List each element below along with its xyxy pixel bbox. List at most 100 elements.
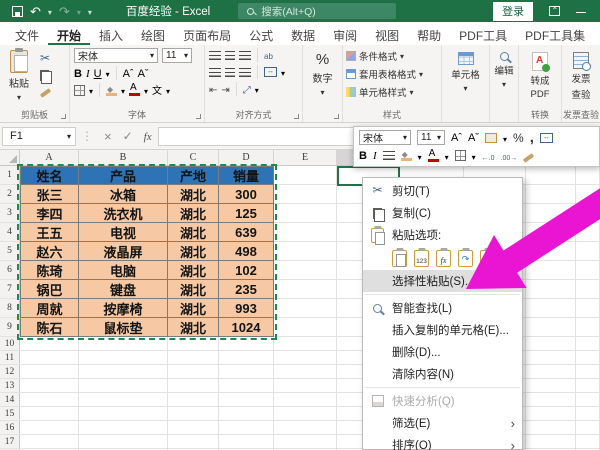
font-name-combo[interactable]: 宋体	[74, 48, 158, 63]
paste-button[interactable]: 粘贴	[4, 50, 34, 103]
row-header-17[interactable]: 17	[0, 435, 20, 448]
customize-qat-icon[interactable]	[88, 4, 92, 18]
cell-D9[interactable]: 1024	[219, 318, 274, 337]
paste-formatting-icon[interactable]	[480, 250, 495, 267]
menu-item-quick-analysis[interactable]: 快速分析(Q)	[363, 390, 522, 412]
bold-icon[interactable]	[74, 67, 82, 80]
font-size-combo[interactable]: 11	[162, 48, 192, 63]
row-header-7[interactable]: 7	[0, 280, 20, 298]
number-format-button[interactable]: % 数字	[303, 51, 342, 98]
font-color-icon[interactable]	[129, 84, 140, 96]
column-header-D[interactable]: D	[219, 150, 274, 165]
ribbon-tab-help[interactable]: 帮助	[408, 22, 450, 45]
cell-D5[interactable]: 498	[219, 242, 274, 261]
row-header-13[interactable]: 13	[0, 379, 20, 392]
increase-font-icon[interactable]	[123, 67, 134, 80]
align-center-icon[interactable]	[225, 68, 235, 77]
paste-formulas-icon[interactable]	[436, 250, 451, 267]
cell-A3[interactable]: 李四	[20, 204, 79, 223]
fill-color-dropdown-icon[interactable]	[121, 83, 125, 97]
ribbon-tab-review[interactable]: 审阅	[324, 22, 366, 45]
mini-merge-center-icon[interactable]	[540, 133, 553, 143]
cell-A1[interactable]: 姓名	[20, 166, 79, 185]
clipboard-dialog-launcher-icon[interactable]	[61, 114, 66, 119]
cell-B2[interactable]: 冰箱	[79, 185, 168, 204]
mini-fill-dropdown-icon[interactable]	[418, 149, 422, 163]
cell-C3[interactable]: 湖北	[168, 204, 219, 223]
ribbon-tab-view[interactable]: 视图	[366, 22, 408, 45]
mini-borders-dropdown-icon[interactable]	[472, 149, 476, 163]
cell-B8[interactable]: 按摩椅	[79, 299, 168, 318]
column-header-B[interactable]: B	[79, 150, 168, 165]
menu-item-insert-copied-cells[interactable]: 插入复制的单元格(E)...	[363, 319, 522, 341]
ribbon-tab-draw[interactable]: 绘图	[132, 22, 174, 45]
mini-increase-font-icon[interactable]	[451, 131, 462, 144]
underline-icon[interactable]	[94, 67, 102, 80]
align-left-icon[interactable]	[209, 68, 221, 77]
convert-to-pdf-button[interactable]: 转成 PDF	[519, 52, 561, 100]
increase-indent-icon[interactable]	[221, 83, 229, 96]
decrease-font-icon[interactable]	[138, 67, 149, 80]
cell-A9[interactable]: 陈石	[20, 318, 79, 337]
mini-format-table-icon[interactable]	[485, 133, 497, 143]
mini-font-name-combo[interactable]: 宋体	[359, 130, 411, 145]
ribbon-tab-formulas[interactable]: 公式	[240, 22, 282, 45]
cell-D4[interactable]: 639	[219, 223, 274, 242]
mini-font-size-combo[interactable]: 11	[417, 130, 445, 145]
row-header-12[interactable]: 12	[0, 365, 20, 378]
select-all-corner[interactable]	[0, 150, 20, 165]
align-right-icon[interactable]	[239, 68, 251, 77]
cell-A6[interactable]: 陈琦	[20, 261, 79, 280]
login-button[interactable]: 登录	[493, 2, 533, 21]
menu-item-paste-special[interactable]: 选择性粘贴(S)...	[363, 270, 522, 292]
insert-function-icon[interactable]	[144, 130, 152, 143]
cell-B1[interactable]: 产品	[79, 166, 168, 185]
format-painter-icon[interactable]	[40, 88, 51, 98]
editing-button[interactable]: 编辑	[490, 52, 518, 90]
row-header-10[interactable]: 10	[0, 337, 20, 350]
cut-icon[interactable]	[40, 52, 50, 64]
mini-fill-color-icon[interactable]	[401, 150, 412, 161]
minimize-icon[interactable]	[576, 4, 586, 18]
cell-D8[interactable]: 993	[219, 299, 274, 318]
ribbon-tab-insert[interactable]: 插入	[90, 22, 132, 45]
cancel-icon[interactable]	[104, 130, 112, 143]
cell-D3[interactable]: 125	[219, 204, 274, 223]
enter-icon[interactable]	[123, 130, 133, 142]
align-top-icon[interactable]	[209, 51, 221, 60]
row-header-2[interactable]: 2	[0, 185, 20, 203]
copy-icon[interactable]	[40, 70, 49, 81]
ribbon-tab-pdf-tools[interactable]: PDF工具	[450, 22, 516, 45]
cell-C9[interactable]: 湖北	[168, 318, 219, 337]
conditional-formatting-button[interactable]: 条件格式	[343, 45, 441, 63]
cell-C6[interactable]: 湖北	[168, 261, 219, 280]
mini-bold-icon[interactable]	[359, 149, 367, 162]
cells-button[interactable]: 单元格	[442, 52, 489, 94]
mini-comma-style-icon[interactable]	[530, 132, 534, 144]
search-box[interactable]: 搜索(Alt+Q)	[238, 3, 396, 19]
cell-D1[interactable]: 销量	[219, 166, 274, 185]
cell-A7[interactable]: 锅巴	[20, 280, 79, 299]
ribbon-tab-page-layout[interactable]: 页面布局	[174, 22, 240, 45]
save-icon[interactable]	[12, 6, 23, 17]
menu-item-cut[interactable]: 剪切(T)	[363, 180, 522, 202]
mini-decrease-decimal-icon[interactable]	[501, 150, 518, 162]
cell-A8[interactable]: 周就	[20, 299, 79, 318]
column-header-C[interactable]: C	[168, 150, 219, 165]
cell-D2[interactable]: 300	[219, 185, 274, 204]
menu-item-smart-lookup[interactable]: 智能查找(L)	[363, 297, 522, 319]
cell-C2[interactable]: 湖北	[168, 185, 219, 204]
row-header-8[interactable]: 8	[0, 299, 20, 317]
paste-icon[interactable]	[392, 250, 407, 267]
row-header-3[interactable]: 3	[0, 204, 20, 222]
cell-B5[interactable]: 液晶屏	[79, 242, 168, 261]
cell-B4[interactable]: 电视	[79, 223, 168, 242]
number-dialog-launcher-icon[interactable]	[334, 114, 339, 119]
cell-B7[interactable]: 键盘	[79, 280, 168, 299]
mini-increase-decimal-icon[interactable]	[482, 150, 495, 162]
cell-B9[interactable]: 鼠标垫	[79, 318, 168, 337]
ribbon-display-options-icon[interactable]	[549, 6, 560, 16]
name-box[interactable]: F1	[2, 127, 76, 146]
decrease-indent-icon[interactable]	[209, 83, 217, 96]
paste-transpose-icon[interactable]	[458, 250, 473, 267]
